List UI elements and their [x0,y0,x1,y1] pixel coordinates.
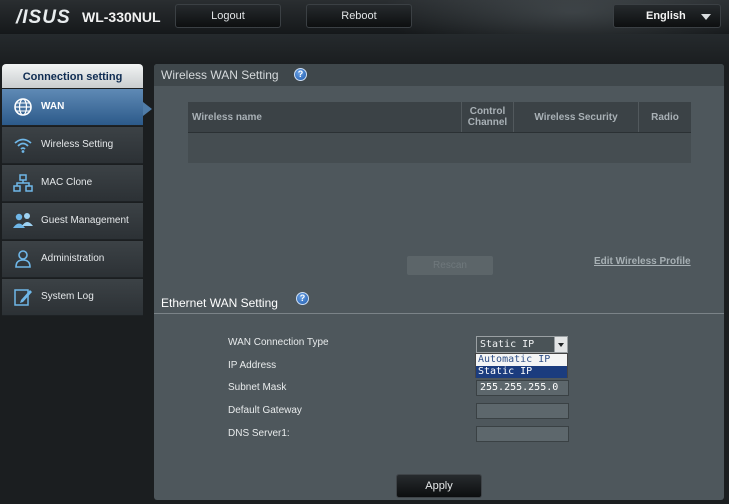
subnet-mask-label: Subnet Mask [228,382,287,393]
option-static-ip[interactable]: Static IP [476,366,567,378]
sidebar-title: Connection setting [2,64,143,88]
sidebar-item-label: System Log [41,291,94,302]
sidebar-item-wireless-setting[interactable]: Wireless Setting [2,127,143,164]
logout-button[interactable]: Logout [175,4,281,28]
network-icon [10,172,36,194]
default-gateway-label: Default Gateway [228,405,302,416]
ethernet-wan-title: Ethernet WAN Setting [161,296,278,310]
table-body [188,133,691,163]
edit-wireless-profile-link[interactable]: Edit Wireless Profile [594,256,691,267]
top-header: /ISUS WL-330NUL Logout Reboot English [0,0,729,60]
sidebar: Connection setting WAN Wireless Setting … [2,64,152,316]
active-indicator [143,102,152,116]
sidebar-item-wan[interactable]: WAN [2,89,152,126]
sidebar-item-label: WAN [41,101,65,112]
connection-type-dropdown: Automatic IP Static IP [475,353,568,378]
wireless-network-table: Wireless name Control Channel Wireless S… [188,102,691,163]
help-icon[interactable]: ? [294,68,307,81]
sidebar-item-label: Guest Management [41,215,129,226]
column-header: Control Channel [461,102,513,132]
rescan-button[interactable]: Rescan [407,256,493,275]
admin-user-icon [10,248,36,270]
chevron-down-icon[interactable] [554,337,567,352]
dns-server1-label: DNS Server1: [228,428,290,439]
wireless-wan-title: Wireless WAN Setting [161,68,279,82]
wifi-icon [10,134,36,156]
sidebar-item-label: MAC Clone [41,177,93,188]
option-automatic-ip[interactable]: Automatic IP [476,354,567,366]
sidebar-item-administration[interactable]: Administration [2,241,143,278]
model-name: WL-330NUL [82,9,161,25]
section-divider [154,313,724,314]
main-panel: Wireless WAN Setting ? Wireless name Con… [154,64,724,500]
language-select[interactable]: English [613,4,721,28]
column-header: Radio [638,102,691,132]
apply-button[interactable]: Apply [396,474,482,498]
subnet-mask-input[interactable]: 255.255.255.0 [476,380,569,396]
sidebar-item-label: Wireless Setting [41,139,114,150]
sidebar-item-guest-management[interactable]: Guest Management [2,203,143,240]
ip-address-label: IP Address [228,360,277,371]
language-label: English [646,10,686,22]
chevron-down-icon [701,14,711,20]
wan-connection-type-label: WAN Connection Type [228,337,329,348]
table-header: Wireless name Control Channel Wireless S… [188,102,691,133]
dns-server1-input[interactable] [476,426,569,442]
globe-icon [10,96,36,118]
reboot-button[interactable]: Reboot [306,4,412,28]
select-value: Static IP [480,339,535,350]
default-gateway-input[interactable] [476,403,569,419]
column-header: Wireless name [192,111,262,123]
sidebar-item-system-log[interactable]: System Log [2,279,143,316]
sidebar-item-label: Administration [41,253,105,264]
guest-users-icon [10,210,36,232]
log-edit-icon [10,286,36,308]
help-icon[interactable]: ? [296,292,309,305]
header-band [0,34,729,64]
sidebar-item-mac-clone[interactable]: MAC Clone [2,165,143,202]
wan-connection-type-select[interactable]: Static IP [476,336,568,353]
column-header: Wireless Security [513,102,638,132]
asus-logo: /ISUS [16,7,71,28]
